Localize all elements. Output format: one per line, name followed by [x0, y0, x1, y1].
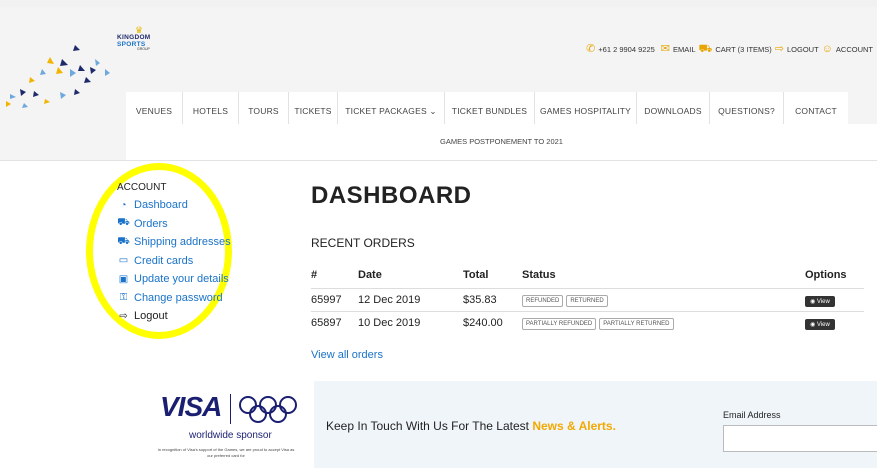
- sidebar-item-label: Orders: [134, 217, 168, 230]
- credit-card-icon: ▭: [118, 255, 129, 267]
- account-link[interactable]: ACCOUNT: [836, 45, 873, 54]
- sidebar-item-credit-cards[interactable]: ▭ Credit cards: [117, 252, 231, 271]
- top-utility-bar: ✆ +61 2 9904 9225 ✉ EMAIL ⛟ CART (3 ITEM…: [586, 43, 873, 55]
- sidebar-item-label: Change password: [134, 291, 223, 304]
- truck-icon: ⛟: [117, 235, 130, 247]
- sidebar-item-label: Update your details: [134, 273, 229, 286]
- table-row: 65997 12 Dec 2019 $35.83 REFUNDED RETURNE…: [311, 288, 864, 312]
- logout-icon: ⇨: [774, 43, 784, 55]
- account-heading: ACCOUNT: [117, 182, 167, 193]
- table-header-row: # Date Total Status Options: [311, 266, 864, 289]
- email-icon: ✉: [660, 43, 671, 55]
- sponsor-subtitle: worldwide sponsor: [189, 430, 272, 441]
- order-total: $240.00: [463, 311, 522, 334]
- sidebar-item-change-password[interactable]: ⚿ Change password: [117, 289, 231, 308]
- order-options: ◉ View: [805, 311, 864, 334]
- email-link[interactable]: EMAIL: [673, 45, 696, 54]
- newsletter-highlight: News & Alerts.: [532, 419, 616, 433]
- order-total: $35.83: [463, 288, 522, 312]
- view-order-button[interactable]: ◉ View: [805, 295, 835, 307]
- logout-icon: ⇨: [119, 310, 128, 322]
- sidebar-item-label: Logout: [134, 310, 168, 323]
- cart-icon: ⛟: [698, 43, 713, 55]
- view-order-button[interactable]: ◉ View: [805, 318, 835, 330]
- sidebar-item-logout[interactable]: ⇨ Logout: [117, 307, 231, 326]
- account-menu: ◔ Dashboard ⛟ Orders ⛟ Shipping addresses ▭…: [117, 196, 231, 326]
- email-field[interactable]: [723, 425, 877, 452]
- crown-icon: ♛: [135, 25, 144, 35]
- view-all-orders-link[interactable]: View all orders: [311, 349, 383, 361]
- olympic-rings-icon: [239, 396, 297, 423]
- column-header-date: Date: [358, 269, 382, 281]
- eye-icon: ◉: [810, 321, 817, 328]
- key-icon: ⚿: [119, 292, 128, 304]
- sidebar-item-dashboard[interactable]: ◔ Dashboard: [117, 196, 231, 215]
- cart-link[interactable]: CART (3 ITEMS): [715, 45, 771, 54]
- order-date: 10 Dec 2019: [358, 311, 463, 334]
- phone-link[interactable]: +61 2 9904 9225: [598, 45, 655, 54]
- user-icon: ☺: [821, 43, 833, 55]
- column-header-options: Options: [805, 269, 847, 281]
- sidebar-item-label: Dashboard: [134, 199, 188, 212]
- dashboard-icon: ◔: [120, 199, 127, 211]
- recent-orders-heading: RECENT ORDERS: [311, 236, 415, 250]
- sponsor-note: In recognition of Visa's support of the …: [157, 447, 295, 458]
- sidebar-item-label: Shipping addresses: [134, 236, 231, 249]
- column-header-status: Status: [522, 269, 556, 281]
- order-date: 12 Dec 2019: [358, 288, 463, 312]
- brand-logo[interactable]: ♛ KINGDOM SPORTS GROUP: [117, 26, 172, 52]
- sidebar-item-update-details[interactable]: ▣ Update your details: [117, 270, 231, 289]
- confetti-decoration: [6, 45, 110, 108]
- cart-icon: ⛟: [117, 217, 130, 229]
- logout-link[interactable]: LOGOUT: [787, 45, 819, 54]
- order-id: 65997: [311, 288, 358, 312]
- phone-icon: ✆: [586, 43, 596, 55]
- orders-table: # Date Total Status Options 65997 12 Dec…: [311, 266, 864, 334]
- sponsor-block: VISA worldwide sponsor In recognition of…: [140, 389, 305, 468]
- order-status: PARTIALLY REFUNDED PARTIALLY RETURNED: [522, 311, 805, 334]
- logo-divider: [230, 394, 231, 424]
- status-badge: REFUNDED: [522, 295, 564, 307]
- status-badge: RETURNED: [566, 295, 608, 307]
- top-band: [0, 0, 877, 7]
- newsletter-text: Keep In Touch With Us For The Latest New…: [326, 419, 616, 433]
- sidebar-item-shipping-addresses[interactable]: ⛟ Shipping addresses: [117, 233, 231, 252]
- visa-logo: VISA: [160, 391, 222, 422]
- eye-icon: ◉: [810, 298, 817, 305]
- status-badge: PARTIALLY RETURNED: [599, 318, 674, 330]
- column-header-total: Total: [463, 269, 489, 281]
- status-badge: PARTIALLY REFUNDED: [522, 318, 597, 330]
- brand-sub: GROUP: [137, 47, 150, 51]
- announcement-link[interactable]: GAMES POSTPONEMENT TO 2021: [126, 124, 877, 160]
- order-id: 65897: [311, 311, 358, 334]
- brand-name: KINGDOM SPORTS: [117, 34, 151, 48]
- header-divider: [0, 160, 877, 161]
- page-title: DASHBOARD: [311, 182, 472, 209]
- order-status: REFUNDED RETURNED: [522, 288, 805, 312]
- id-card-icon: ▣: [118, 273, 129, 285]
- order-options: ◉ View: [805, 288, 864, 312]
- table-row: 65897 10 Dec 2019 $240.00 PARTIALLY REFU…: [311, 311, 864, 334]
- column-header-id: #: [311, 269, 318, 281]
- email-label: Email Address: [723, 410, 781, 420]
- sidebar-item-label: Credit cards: [134, 254, 194, 267]
- newsletter-section: Keep In Touch With Us For The Latest New…: [314, 381, 877, 468]
- sidebar-item-orders[interactable]: ⛟ Orders: [117, 215, 231, 234]
